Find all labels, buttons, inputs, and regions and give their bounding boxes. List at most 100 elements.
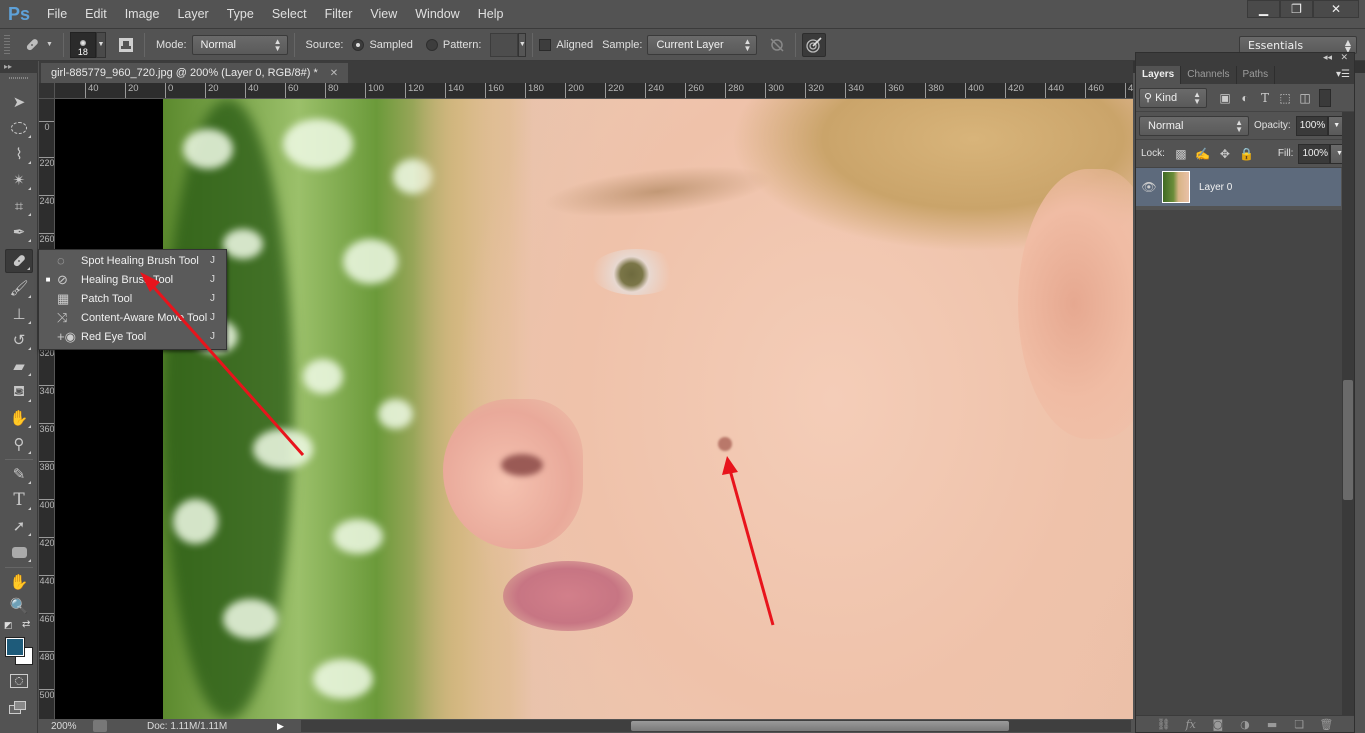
- fx-icon[interactable]: fx: [1181, 718, 1201, 731]
- menu-image[interactable]: Image: [116, 0, 169, 28]
- filter-pixel-icon[interactable]: ▣: [1215, 91, 1235, 105]
- panel-menu-icon[interactable]: ▾☰: [1336, 69, 1350, 80]
- clone-source-panel-button[interactable]: [114, 33, 138, 57]
- blend-mode-dropdown[interactable]: Normal ▲ ▼: [1139, 115, 1249, 136]
- horizontal-scrollbar[interactable]: [301, 720, 1131, 732]
- paint-bucket-tool[interactable]: ⛾: [5, 380, 33, 404]
- filter-smart-object-icon[interactable]: ◫: [1295, 91, 1315, 105]
- ruler-origin[interactable]: [39, 83, 55, 99]
- restore-button[interactable]: ❐: [1280, 0, 1313, 18]
- eraser-tool[interactable]: ▰: [5, 354, 33, 378]
- menu-layer[interactable]: Layer: [168, 0, 217, 28]
- panel-scroll-thumb[interactable]: [1343, 380, 1353, 500]
- document-canvas[interactable]: [55, 99, 1133, 719]
- photo-image[interactable]: [163, 99, 1133, 719]
- delete-layer-trash-icon[interactable]: 🗑: [1316, 718, 1336, 731]
- panel-vertical-scrollbar[interactable]: [1342, 112, 1354, 720]
- source-sampled-label[interactable]: Sampled: [369, 39, 412, 51]
- close-button[interactable]: ✕: [1313, 0, 1359, 18]
- mode-dropdown[interactable]: Normal ▲ ▼: [191, 34, 288, 55]
- dodge-tool[interactable]: ⚲: [5, 432, 33, 456]
- crop-tool[interactable]: ⌗: [5, 194, 33, 218]
- filter-type-icon[interactable]: T: [1255, 91, 1275, 105]
- pressure-size-button[interactable]: [802, 32, 827, 57]
- source-pattern-radio[interactable]: [425, 38, 438, 51]
- status-info-icon[interactable]: [93, 720, 107, 732]
- document-tab[interactable]: girl-885779_960_720.jpg @ 200% (Layer 0,…: [41, 63, 349, 83]
- menu-view[interactable]: View: [361, 0, 406, 28]
- toolbar-grip[interactable]: [9, 77, 28, 79]
- swap-colors-icon[interactable]: ⇄: [22, 619, 30, 630]
- vertical-ruler[interactable]: 0220240260280300320340360380400420440460…: [39, 99, 55, 719]
- path-selection-tool[interactable]: ➚: [5, 514, 33, 538]
- brush-preset-picker[interactable]: 18: [69, 31, 96, 58]
- options-bar-grip[interactable]: [4, 34, 10, 55]
- magic-wand-tool[interactable]: ✴: [5, 168, 33, 192]
- link-layers-icon[interactable]: ⛓: [1154, 718, 1174, 731]
- layer-row[interactable]: 👁 Layer 0: [1136, 168, 1341, 206]
- minimize-button[interactable]: ▁: [1247, 0, 1280, 18]
- flyout-item-spot-healing-brush[interactable]: ◌ Spot Healing Brush Tool J: [39, 251, 226, 270]
- source-sampled-radio[interactable]: [352, 38, 365, 51]
- close-panel-icon[interactable]: ✕: [1340, 53, 1348, 63]
- quick-mask-button[interactable]: [10, 674, 28, 688]
- zoom-level[interactable]: 200%: [39, 721, 89, 732]
- toolbar-collapse-button[interactable]: ▸▸: [0, 61, 38, 73]
- visibility-eye-icon[interactable]: 👁: [1136, 180, 1162, 194]
- pattern-swatch[interactable]: [490, 32, 519, 57]
- tab-layers[interactable]: Layers: [1136, 66, 1182, 84]
- menu-select[interactable]: Select: [263, 0, 316, 28]
- filter-toggle[interactable]: [1319, 88, 1331, 107]
- menu-edit[interactable]: Edit: [76, 0, 116, 28]
- horizontal-ruler[interactable]: 40 20 0 20 40 60 80 100 120 140 160 180 200 220 240 260…: [55, 83, 1133, 99]
- brush-picker-arrow[interactable]: ▼: [95, 31, 106, 58]
- horizontal-scroll-thumb[interactable]: [631, 721, 1009, 731]
- status-menu-arrow[interactable]: ▶: [277, 721, 284, 732]
- tab-paths[interactable]: Paths: [1237, 66, 1276, 84]
- flyout-item-red-eye[interactable]: +◉ Red Eye Tool J: [39, 327, 226, 346]
- marquee-tool[interactable]: [5, 116, 33, 140]
- lock-position-icon[interactable]: ✥: [1214, 147, 1236, 161]
- pen-tool[interactable]: ✎: [5, 462, 33, 486]
- lock-all-icon[interactable]: 🔒: [1236, 147, 1258, 161]
- ignore-adjustment-layers-button[interactable]: [765, 33, 789, 57]
- adjustment-layer-icon[interactable]: ◑: [1235, 718, 1255, 731]
- menu-window[interactable]: Window: [406, 0, 468, 28]
- tool-preset-arrow-icon[interactable]: ▼: [46, 41, 53, 48]
- flyout-item-healing-brush[interactable]: ■ ⊘ Healing Brush Tool J: [39, 270, 226, 289]
- brush-tool[interactable]: 🖌: [5, 276, 33, 300]
- filter-kind-dropdown[interactable]: ⚲ Kind ▲ ▼: [1139, 87, 1207, 108]
- close-document-icon[interactable]: ✕: [330, 68, 338, 79]
- pattern-picker-arrow[interactable]: ▼: [518, 32, 527, 57]
- default-colors-icon[interactable]: ◩: [4, 621, 13, 631]
- tool-preset-picker[interactable]: [20, 33, 44, 57]
- foreground-color-swatch[interactable]: [5, 637, 25, 657]
- lasso-tool[interactable]: ⌇: [5, 142, 33, 166]
- fill-input[interactable]: 100%: [1298, 143, 1331, 164]
- screen-mode-button[interactable]: [9, 701, 29, 717]
- rectangle-tool[interactable]: [5, 540, 33, 564]
- aligned-checkbox[interactable]: [539, 38, 552, 51]
- clone-stamp-tool[interactable]: ⊥: [5, 302, 33, 326]
- new-group-folder-icon[interactable]: ▬: [1262, 718, 1282, 731]
- opacity-input[interactable]: 100%: [1295, 115, 1328, 136]
- menu-type[interactable]: Type: [218, 0, 263, 28]
- move-tool[interactable]: ➤: [5, 90, 33, 114]
- flyout-item-content-aware-move[interactable]: ⤨ Content-Aware Move Tool J: [39, 308, 226, 327]
- lock-transparency-icon[interactable]: ▩: [1170, 147, 1192, 161]
- menu-file[interactable]: File: [38, 0, 76, 28]
- zoom-tool[interactable]: 🔍: [5, 594, 33, 618]
- menu-filter[interactable]: Filter: [316, 0, 362, 28]
- healing-brush-tool[interactable]: [5, 249, 33, 273]
- filter-shape-icon[interactable]: ⬚: [1275, 91, 1295, 105]
- lock-pixels-icon[interactable]: ✍: [1192, 147, 1214, 161]
- hand-tool[interactable]: ✋: [5, 570, 33, 594]
- eyedropper-tool[interactable]: ✒: [5, 220, 33, 244]
- sample-dropdown[interactable]: Current Layer ▲ ▼: [647, 34, 758, 55]
- filter-adjustment-icon[interactable]: ◐: [1235, 91, 1255, 105]
- tab-channels[interactable]: Channels: [1181, 66, 1237, 84]
- add-mask-icon[interactable]: ◙: [1208, 718, 1228, 731]
- menu-help[interactable]: Help: [469, 0, 513, 28]
- type-tool[interactable]: T: [5, 488, 33, 512]
- new-layer-icon[interactable]: ❏: [1289, 718, 1309, 731]
